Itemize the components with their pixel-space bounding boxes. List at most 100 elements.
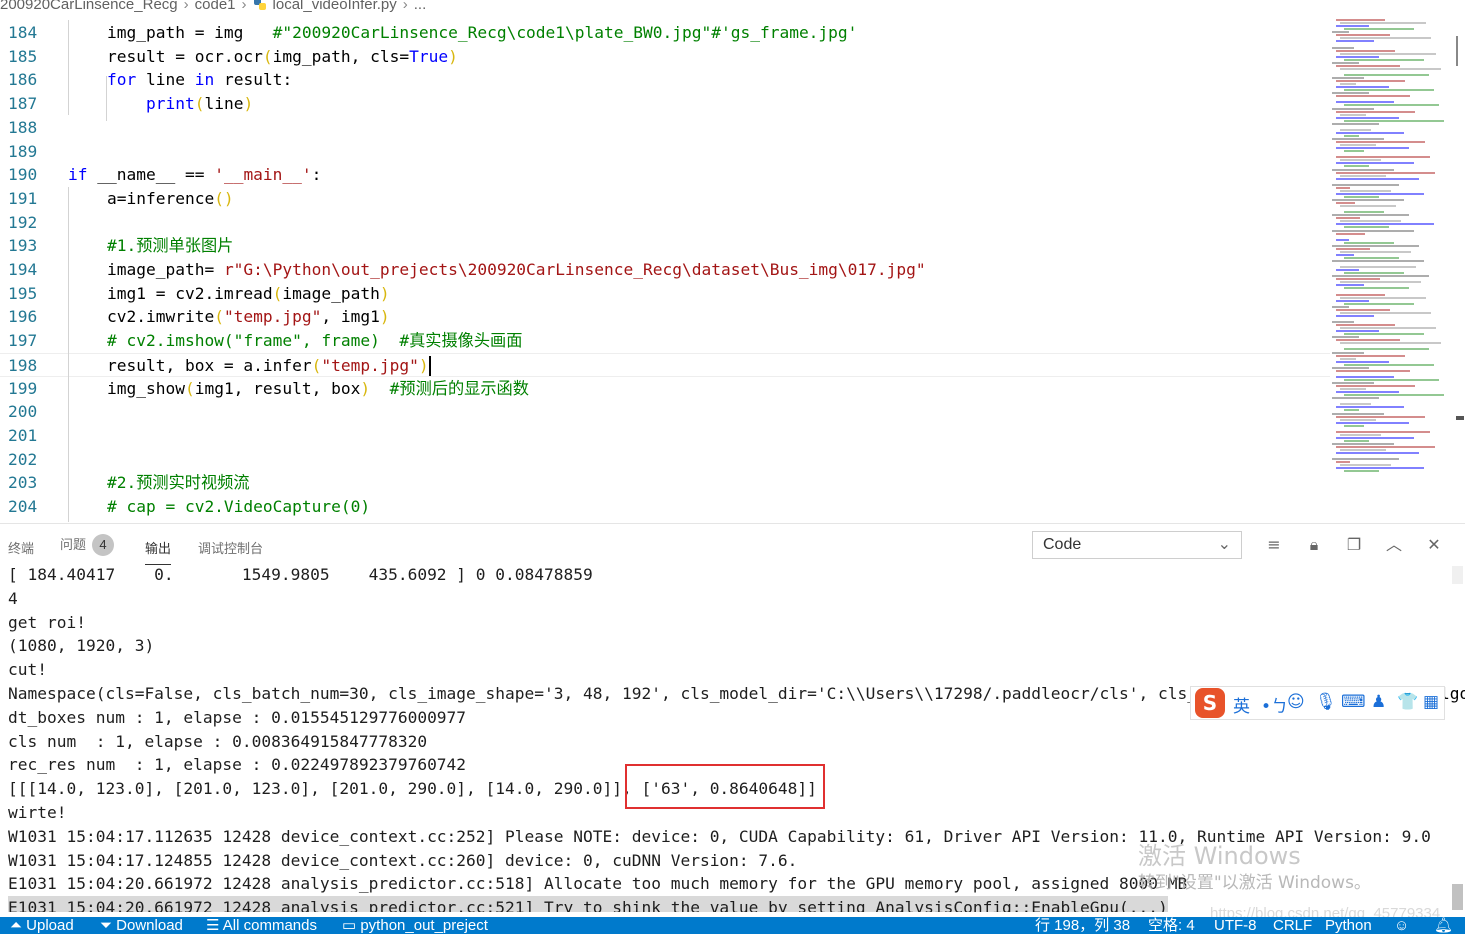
minimap-line <box>1340 266 1416 269</box>
output-channel-select[interactable]: Code ⌄ <box>1032 531 1242 559</box>
minimap-line <box>1336 308 1390 311</box>
encoding-setting[interactable]: UTF-8 <box>1214 917 1257 934</box>
maximize-panel-icon[interactable]: ︿ <box>1384 535 1404 555</box>
minimap-line <box>1332 229 1414 232</box>
code-text: #1.预测单张图片 <box>68 234 233 258</box>
code-line[interactable]: 192 <box>0 211 1330 235</box>
punctuation-icon[interactable]: •ㄅ <box>1261 692 1288 717</box>
breadcrumb-more[interactable]: ... <box>414 0 427 13</box>
ime-language-toggle[interactable]: 英 <box>1233 692 1250 717</box>
skin-icon[interactable]: 👕 <box>1397 692 1418 712</box>
breadcrumb-subfolder[interactable]: code1 <box>195 0 236 13</box>
code-line[interactable]: 188 <box>0 116 1330 140</box>
minimap-line <box>1336 339 1400 342</box>
minimap-line <box>1336 192 1424 195</box>
code-line[interactable]: 184 img_path = img #"200920CarLinsence_R… <box>0 21 1330 45</box>
minimap-line <box>1344 272 1404 275</box>
cursor-position[interactable]: 行 198，列 38 <box>1035 917 1130 934</box>
minimap[interactable] <box>1332 16 1450 478</box>
minimap-line <box>1336 25 1369 28</box>
upload-label: Upload <box>26 917 74 934</box>
minimap-line <box>1336 186 1350 189</box>
minimap-line <box>1332 92 1369 95</box>
tab-output[interactable]: 输出 <box>145 538 172 565</box>
output-line: cls num : 1, elapse : 0.0083649158477783… <box>8 731 428 751</box>
line-number: 185 <box>8 46 38 66</box>
output-line: wirte! <box>8 803 67 822</box>
toolbox-icon[interactable]: ▦ <box>1423 692 1439 712</box>
user-icon[interactable]: ♟ <box>1371 692 1386 712</box>
emoji-icon[interactable]: ☺ <box>1287 692 1305 712</box>
eol-setting[interactable]: CRLF <box>1273 917 1312 934</box>
breadcrumb-folder[interactable]: 200920CarLinsence_Recg <box>0 0 178 13</box>
minimap-line <box>1344 211 1384 214</box>
open-log-icon[interactable]: ❐ <box>1344 535 1364 555</box>
code-line[interactable]: 194 image_path= r"G:\Python\out_prejects… <box>0 258 1330 282</box>
code-line[interactable]: 199 img_show(img1, result, box) #预测后的显示函… <box>0 377 1330 401</box>
code-line[interactable]: 196 cv2.imwrite("temp.jpg", img1) <box>0 305 1330 329</box>
minimap-line <box>1336 284 1364 287</box>
output-line: [ 184.40417 0. 1549.9805 435.6092 ] 0 0.… <box>8 566 593 584</box>
code-line[interactable]: 185 result = ocr.ocr(img_path, cls=True) <box>0 45 1330 69</box>
minimap-line <box>1340 52 1436 55</box>
code-line[interactable]: 201 <box>0 424 1330 448</box>
ime-toolbar[interactable]: S 英 •ㄅ ☺ 🎙 ⌨ ♟ 👕 ▦ <box>1190 686 1445 720</box>
notifications-bell-icon[interactable]: 🔔︎ <box>1434 917 1453 934</box>
minimap-line <box>1344 302 1414 305</box>
tab-debug-console[interactable]: 调试控制台 <box>198 538 263 557</box>
code-line[interactable]: 200 <box>0 400 1330 424</box>
code-line[interactable]: 203 #2.预测实时视频流 <box>0 471 1330 495</box>
clear-output-icon[interactable]: ≡ <box>1264 535 1284 555</box>
code-text: img_path = img #"200920CarLinsence_Recg\… <box>68 21 857 45</box>
chevron-right-icon: › <box>183 0 189 13</box>
code-line[interactable]: 193 #1.预测单张图片 <box>0 234 1330 258</box>
upload-button[interactable]: ⏶ Upload <box>10 917 74 934</box>
minimap-line <box>1344 256 1399 259</box>
minimap-line <box>1332 366 1369 369</box>
minimap-line <box>1336 19 1385 22</box>
output-line: cut! <box>8 660 47 680</box>
minimap-line <box>1336 156 1430 159</box>
highlight-box <box>625 764 825 809</box>
minimap-line <box>1340 67 1441 70</box>
all-commands-button[interactable]: ☰ All commands <box>206 917 317 934</box>
code-line[interactable]: 186 for line in result: <box>0 68 1330 92</box>
workspace-button[interactable]: ▭ python_out_preject <box>342 917 488 934</box>
tab-problems[interactable]: 问题 4 <box>60 534 115 556</box>
close-panel-icon[interactable]: ✕ <box>1424 535 1444 555</box>
lock-icon[interactable]: 🔒︎ <box>1304 535 1324 555</box>
line-number: 199 <box>8 378 38 398</box>
download-button[interactable]: ⏷ Download <box>100 917 183 934</box>
minimap-line <box>1340 37 1431 40</box>
microphone-icon[interactable]: 🎙 <box>1315 692 1337 712</box>
output-scrollbar[interactable] <box>1450 566 1465 912</box>
code-token: image_path= <box>68 260 224 279</box>
minimap-line <box>1332 321 1354 323</box>
minimap-line <box>1340 296 1426 299</box>
minimap-line <box>1340 189 1391 192</box>
code-editor[interactable]: 184 img_path = img #"200920CarLinsence_R… <box>0 20 1330 522</box>
code-line[interactable]: 195 img1 = cv2.imread(image_path) <box>0 282 1330 306</box>
code-line[interactable]: 191 a=inference() <box>0 187 1330 211</box>
sogou-logo-icon[interactable]: S <box>1195 688 1225 718</box>
code-line[interactable]: 190 if __name__ == '__main__': <box>0 163 1330 187</box>
code-line[interactable]: 197 # cv2.imshow("frame", frame) #真实摄像头画… <box>0 329 1330 353</box>
code-line[interactable]: 202 <box>0 448 1330 472</box>
feedback-icon[interactable]: ☺ <box>1394 917 1409 934</box>
code-line[interactable]: 198 result, box = a.infer("temp.jpg") <box>0 352 1330 377</box>
minimap-line <box>1336 467 1424 470</box>
code-text: # cv2.imshow("frame", frame) #真实摄像头画面 <box>68 329 522 353</box>
editor-scrollbar[interactable] <box>1452 16 1465 524</box>
keyboard-icon[interactable]: ⌨ <box>1341 692 1366 712</box>
indentation-setting[interactable]: 空格: 4 <box>1148 917 1195 934</box>
code-token: True <box>409 46 449 66</box>
code-line[interactable]: 189 <box>0 140 1330 164</box>
minimap-line <box>1340 205 1396 208</box>
language-mode[interactable]: Python <box>1325 917 1372 934</box>
tab-terminal[interactable]: 终端 <box>8 538 34 557</box>
code-line[interactable]: 187 print(line) <box>0 92 1330 116</box>
breadcrumb-file[interactable]: local_videoInfer.py <box>273 0 397 13</box>
line-number: 201 <box>8 425 38 445</box>
code-line[interactable]: 204 # cap = cv2.VideoCapture(0) <box>0 495 1330 519</box>
minimap-line <box>1336 421 1409 424</box>
